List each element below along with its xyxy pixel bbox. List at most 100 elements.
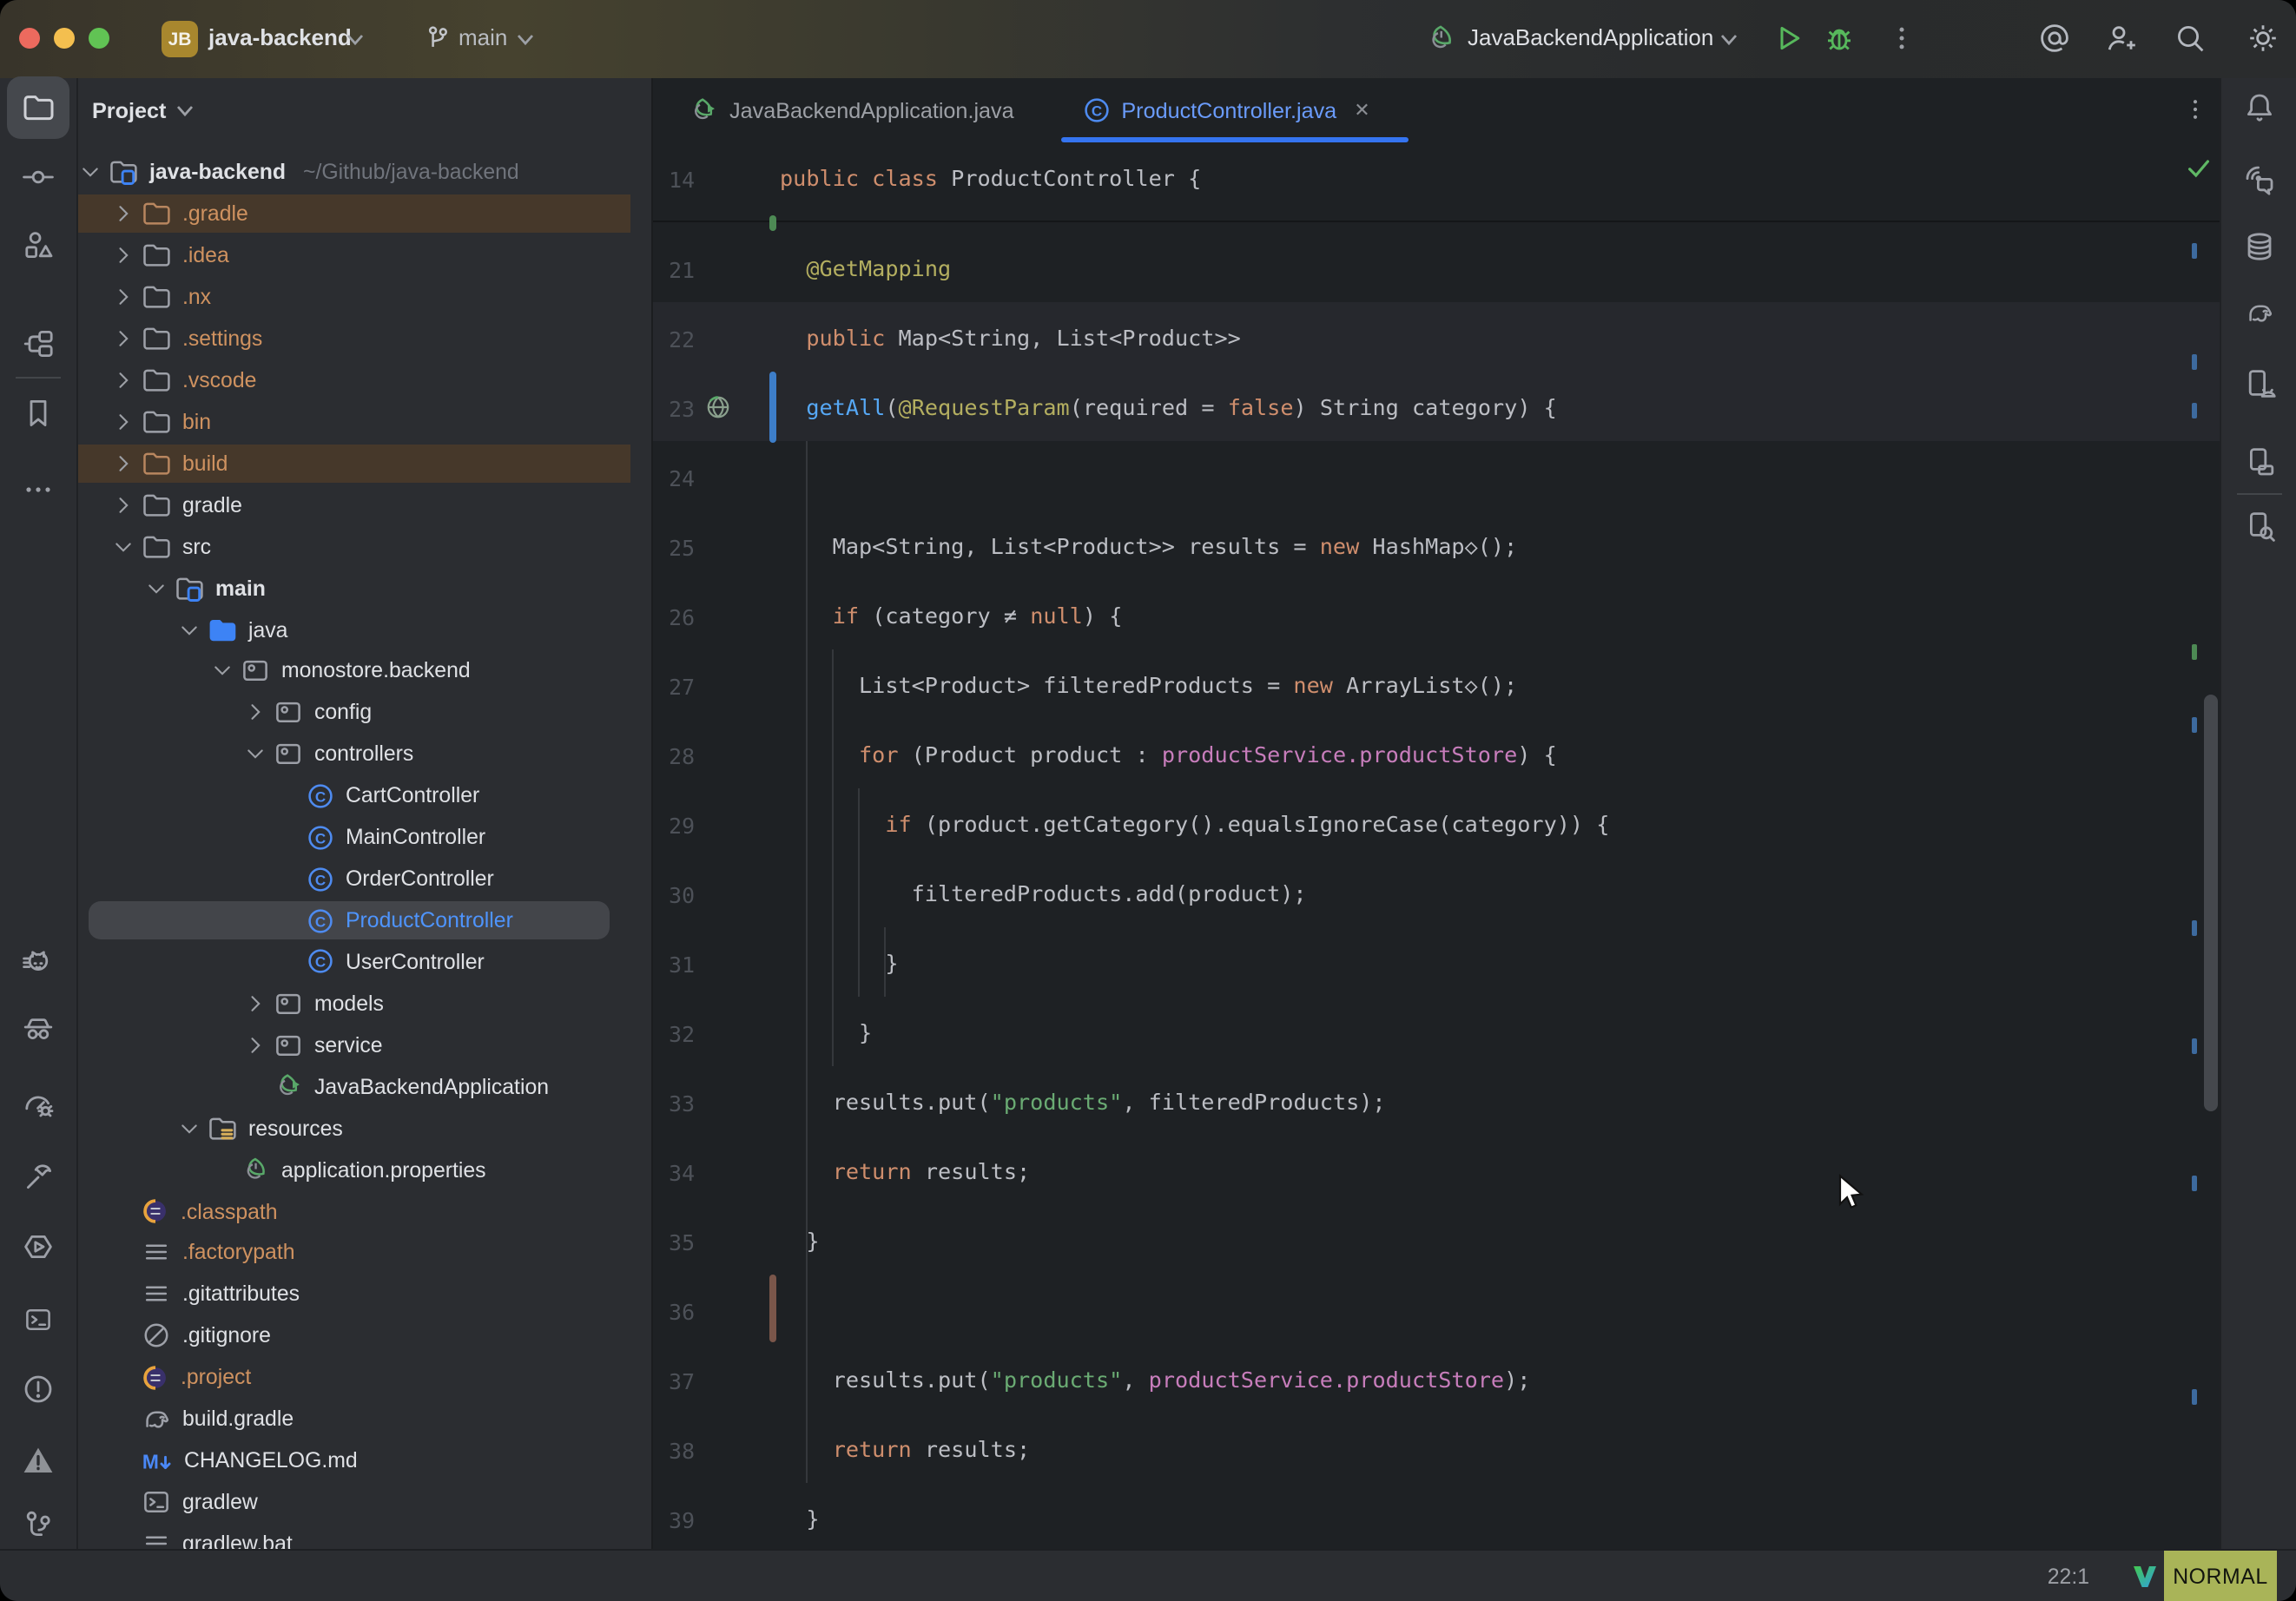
commit-tool-button[interactable] bbox=[7, 146, 69, 208]
tree-item-application-properties[interactable]: application.properties bbox=[78, 1149, 651, 1190]
version-control-tool-button[interactable] bbox=[7, 1493, 69, 1556]
inspection-check-icon[interactable] bbox=[2185, 155, 2213, 182]
debug-button[interactable] bbox=[1822, 21, 1857, 56]
tree-item-productcontroller[interactable]: CProductController bbox=[78, 899, 651, 941]
line-number[interactable]: 39 bbox=[653, 1507, 695, 1533]
device-explorer-tool-button[interactable] bbox=[2228, 431, 2291, 493]
gradle-tool-button[interactable] bbox=[2228, 281, 2291, 344]
ai-cat-tool-button[interactable] bbox=[7, 932, 69, 995]
structure-shapes-tool-button[interactable] bbox=[7, 214, 69, 276]
tree-item-monostore-backend[interactable]: monostore.backend bbox=[78, 650, 651, 692]
code-viewport[interactable]: 21 @GetMapping22 public Map<String, List… bbox=[653, 233, 2220, 1549]
tree-item-controllers[interactable]: controllers bbox=[78, 734, 651, 775]
tree-item--nx[interactable]: .nx bbox=[78, 276, 651, 318]
tree-item--project[interactable]: .project bbox=[78, 1357, 651, 1399]
code-line-28[interactable]: 28 for (Product product : productService… bbox=[653, 719, 2220, 788]
tree-item--settings[interactable]: .settings bbox=[78, 318, 651, 359]
fullscreen-window-button[interactable] bbox=[89, 28, 109, 49]
line-number[interactable]: 33 bbox=[653, 1090, 695, 1117]
hierarchy-tool-button[interactable] bbox=[7, 313, 69, 375]
tree-item--gradle[interactable]: .gradle bbox=[78, 193, 651, 234]
tree-item--gitignore[interactable]: .gitignore bbox=[78, 1315, 651, 1357]
ai-assistant-icon[interactable] bbox=[2037, 21, 2072, 56]
tree-item--classpath[interactable]: .classpath bbox=[78, 1190, 651, 1232]
analysis-mark-blue[interactable] bbox=[2192, 403, 2197, 418]
running-devices-tool-button[interactable] bbox=[2228, 352, 2291, 415]
chevron-down-icon[interactable] bbox=[243, 742, 267, 767]
tree-item--gitattributes[interactable]: .gitattributes bbox=[78, 1274, 651, 1315]
analysis-mark-green[interactable] bbox=[2192, 644, 2197, 660]
tab-productcontroller-java[interactable]: CProductController.java✕ bbox=[1060, 78, 1390, 142]
line-number[interactable]: 30 bbox=[653, 882, 695, 908]
caret-position[interactable]: 22:1 bbox=[2048, 1565, 2089, 1589]
more-tool-button[interactable] bbox=[7, 458, 69, 521]
tree-item--factorypath[interactable]: .factorypath bbox=[78, 1232, 651, 1274]
code-line-35[interactable]: 35 } bbox=[653, 1205, 2220, 1275]
analysis-mark-blue[interactable] bbox=[2192, 243, 2197, 259]
endpoint-icon[interactable] bbox=[703, 392, 733, 422]
tree-item-changelog-md[interactable]: MCHANGELOG.md bbox=[78, 1440, 651, 1481]
code-line-32[interactable]: 32 } bbox=[653, 997, 2220, 1066]
close-tab-icon[interactable]: ✕ bbox=[1354, 99, 1369, 122]
chevron-right-icon[interactable] bbox=[243, 701, 267, 725]
tree-item--idea[interactable]: .idea bbox=[78, 234, 651, 276]
tree-item-usercontroller[interactable]: CUserController bbox=[78, 941, 651, 983]
sticky-header-line[interactable]: 14 public class ProductController { bbox=[653, 142, 2220, 222]
minimize-window-button[interactable] bbox=[54, 28, 75, 49]
tree-item-cartcontroller[interactable]: CCartController bbox=[78, 775, 651, 817]
code-line-26[interactable]: 26 if (category ≠ null) { bbox=[653, 580, 2220, 649]
line-number[interactable]: 26 bbox=[653, 604, 695, 630]
chevron-right-icon[interactable] bbox=[111, 201, 135, 226]
code-line-24[interactable]: 24 bbox=[653, 441, 2220, 511]
tree-item-gradlew[interactable]: gradlew bbox=[78, 1481, 651, 1523]
line-number[interactable]: 28 bbox=[653, 743, 695, 769]
code-line-30[interactable]: 30 filteredProducts.add(product); bbox=[653, 858, 2220, 927]
line-number[interactable]: 36 bbox=[653, 1299, 695, 1325]
incognito-tool-button[interactable] bbox=[7, 997, 69, 1059]
chevron-right-icon[interactable] bbox=[111, 492, 135, 517]
chevron-right-icon[interactable] bbox=[111, 368, 135, 392]
tree-item-main[interactable]: main bbox=[78, 567, 651, 609]
tree-item-models[interactable]: models bbox=[78, 983, 651, 1025]
chevron-down-icon[interactable] bbox=[177, 617, 201, 642]
tree-item-build-gradle[interactable]: build.gradle bbox=[78, 1398, 651, 1440]
code-line-22[interactable]: 22 public Map<String, List<Product>> bbox=[653, 302, 2220, 372]
project-selector[interactable]: java-backend bbox=[208, 24, 352, 50]
code-line-25[interactable]: 25 Map<String, List<Product>> results = … bbox=[653, 511, 2220, 580]
editor-menu-icon[interactable] bbox=[2181, 96, 2209, 123]
editor-scrollbar[interactable] bbox=[2204, 695, 2218, 1111]
vim-mode-badge[interactable]: NORMAL bbox=[2164, 1551, 2277, 1601]
branch-selector[interactable]: main bbox=[459, 24, 507, 50]
settings-gear-icon[interactable] bbox=[2246, 21, 2280, 56]
code-line-37[interactable]: 37 results.put("products", productServic… bbox=[653, 1344, 2220, 1413]
services-run-tool-button[interactable] bbox=[7, 1216, 69, 1278]
warnings-tool-button[interactable] bbox=[7, 1429, 69, 1492]
tree-item-service[interactable]: service bbox=[78, 1025, 651, 1066]
tree-item-config[interactable]: config bbox=[78, 692, 651, 734]
line-number[interactable]: 35 bbox=[653, 1229, 695, 1255]
analysis-mark-blue[interactable] bbox=[2192, 1389, 2197, 1405]
tab-javabackendapplication-java[interactable]: JavaBackendApplication.java bbox=[667, 78, 1035, 142]
code-line-39[interactable]: 39 } bbox=[653, 1483, 2220, 1549]
line-number[interactable]: 32 bbox=[653, 1021, 695, 1047]
tree-item-src[interactable]: src bbox=[78, 525, 651, 567]
chevron-down-icon[interactable] bbox=[144, 576, 168, 600]
tree-item-gradle[interactable]: gradle bbox=[78, 484, 651, 525]
line-number[interactable]: 34 bbox=[653, 1160, 695, 1186]
analysis-mark-blue[interactable] bbox=[2192, 717, 2197, 733]
code-line-33[interactable]: 33 results.put("products", filteredProdu… bbox=[653, 1066, 2220, 1136]
analysis-mark-blue[interactable] bbox=[2192, 920, 2197, 936]
tree-item-maincontroller[interactable]: CMainController bbox=[78, 816, 651, 858]
terminal-tool-button[interactable] bbox=[7, 1288, 69, 1351]
code-line-34[interactable]: 34 return results; bbox=[653, 1136, 2220, 1205]
line-number[interactable]: 22 bbox=[653, 326, 695, 352]
code-line-36[interactable]: 36 bbox=[653, 1275, 2220, 1344]
run-button[interactable] bbox=[1771, 21, 1806, 56]
profiler-tool-button[interactable] bbox=[7, 1073, 69, 1136]
database-tool-button[interactable] bbox=[2228, 215, 2291, 278]
bookmarks-tool-button[interactable] bbox=[7, 382, 69, 445]
chevron-down-icon[interactable] bbox=[111, 534, 135, 558]
tree-item-java[interactable]: java bbox=[78, 609, 651, 650]
analysis-mark-blue[interactable] bbox=[2192, 354, 2197, 370]
code-line-27[interactable]: 27 List<Product> filteredProducts = new … bbox=[653, 649, 2220, 719]
